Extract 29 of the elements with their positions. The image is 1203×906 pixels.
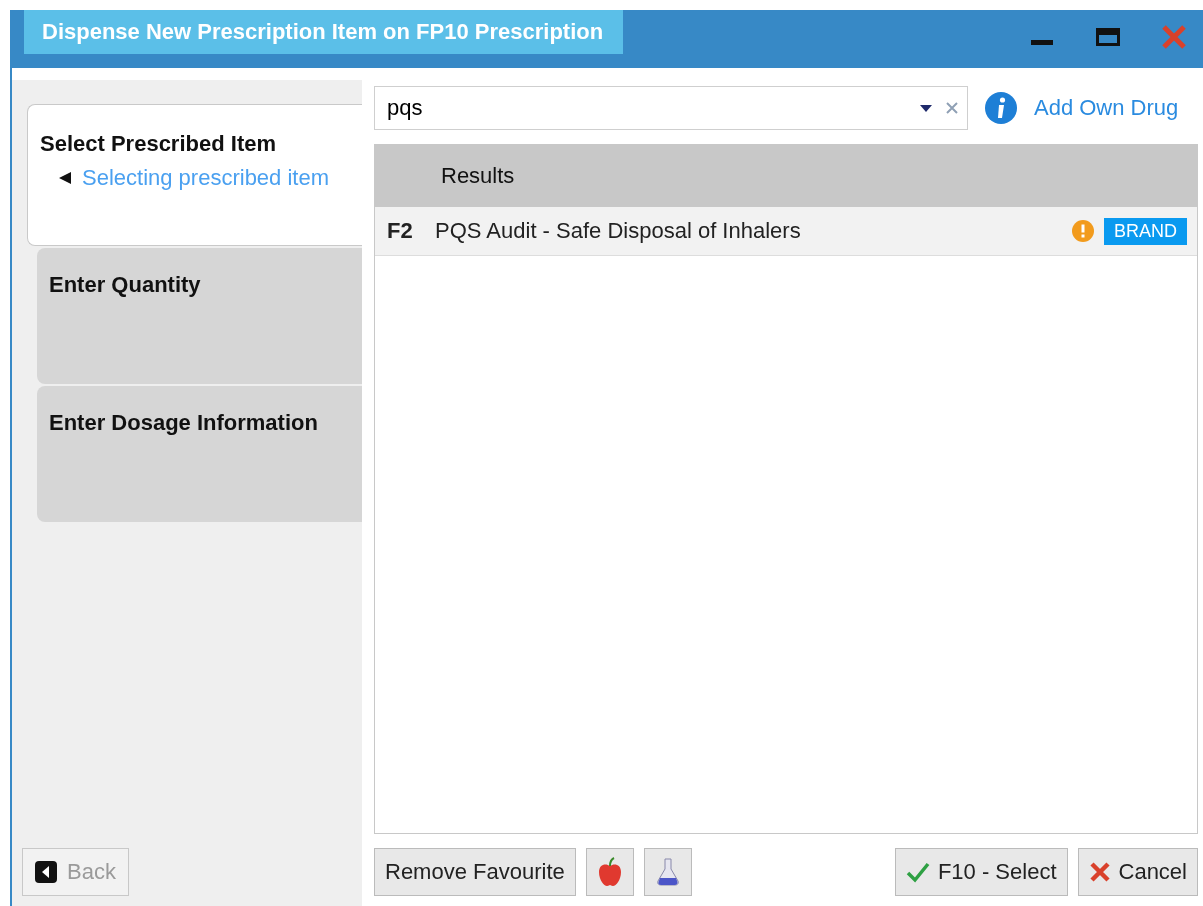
- info-icon[interactable]: [984, 91, 1018, 125]
- back-icon: [35, 861, 57, 883]
- search-field[interactable]: pqs: [374, 86, 968, 130]
- flask-icon: [655, 857, 680, 887]
- add-own-drug-link[interactable]: Add Own Drug: [1034, 95, 1179, 121]
- result-row[interactable]: F2 PQS Audit - Safe Disposal of Inhalers BRAND: [375, 207, 1197, 256]
- step-tab[interactable]: Enter Quantity: [37, 248, 362, 384]
- shortcut-key: F2: [387, 218, 425, 244]
- window-title: Dispense New Prescription Item on FP10 Prescription: [24, 10, 624, 54]
- apple-icon: [596, 857, 623, 887]
- step-status: Selecting prescribed item: [82, 165, 329, 191]
- cancel-icon: [1088, 861, 1111, 883]
- drug-name: PQS Audit - Safe Disposal of Inhalers: [435, 218, 802, 244]
- step-label: Select Prescribed Item: [40, 131, 277, 157]
- apple-button[interactable]: [585, 848, 634, 896]
- remove-favourite-button[interactable]: Remove Favourite: [374, 848, 576, 896]
- flask-button[interactable]: [643, 848, 692, 896]
- check-icon: [905, 861, 930, 883]
- triangle-icon: [58, 171, 72, 185]
- step-tab[interactable]: Enter Dosage Information: [37, 386, 362, 522]
- step-tab[interactable]: Select Prescribed Item Selecting prescribed item: [27, 104, 362, 246]
- brand-badge: BRAND: [1104, 217, 1187, 245]
- clear-icon[interactable]: [945, 101, 959, 115]
- step-label: Enter Dosage Information: [49, 410, 319, 436]
- cancel-button[interactable]: Cancel: [1077, 848, 1198, 896]
- dropdown-icon[interactable]: [919, 103, 933, 113]
- select-button[interactable]: F10 - Select: [894, 848, 1068, 896]
- step-label: Enter Quantity: [49, 272, 202, 298]
- header-label: Results: [441, 163, 515, 189]
